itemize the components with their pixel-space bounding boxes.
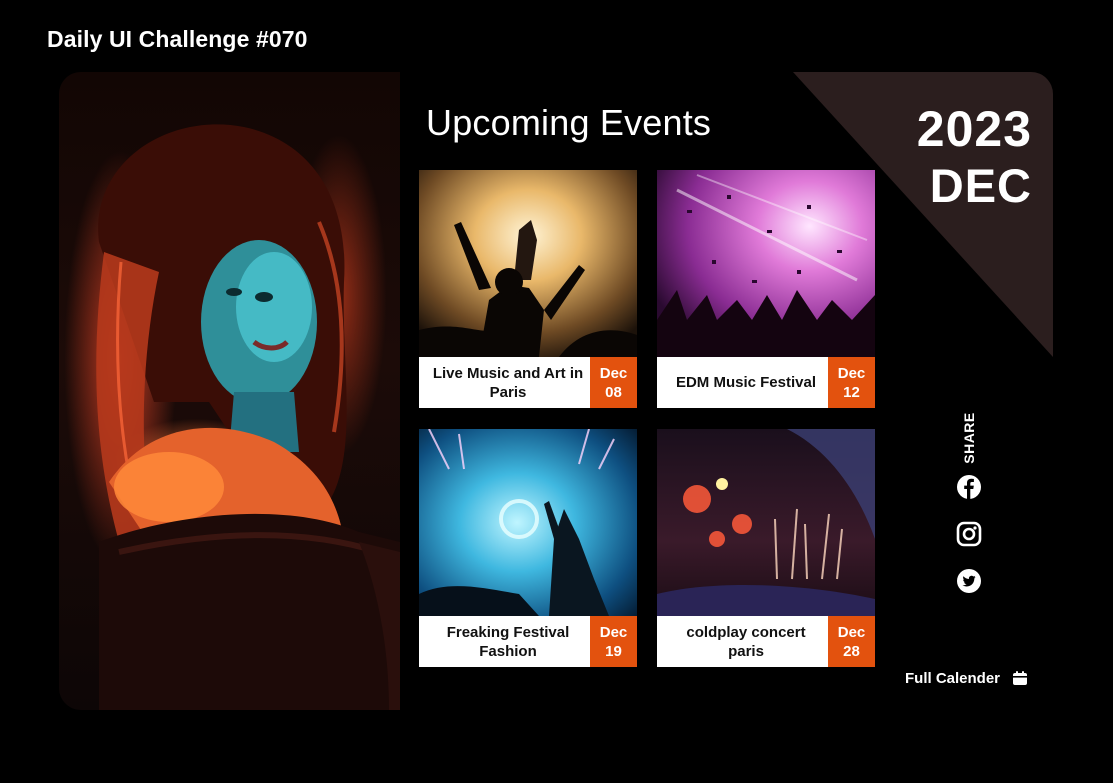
event-title: coldplay concert paris xyxy=(686,623,806,660)
upcoming-events-heading: Upcoming Events xyxy=(426,102,712,143)
event-date-badge: Dec 12 xyxy=(828,357,875,408)
event-day: 08 xyxy=(605,383,622,401)
event-day: 28 xyxy=(843,642,860,660)
calendar-year: 2023 xyxy=(916,101,1032,157)
event-month: Dec xyxy=(837,364,866,382)
event-month: Dec xyxy=(837,623,866,641)
event-title: Freaking Festival Fashion xyxy=(446,623,570,660)
event-date-badge: Dec 28 xyxy=(828,616,875,667)
instagram-icon[interactable] xyxy=(956,521,982,547)
festival-stage-photo xyxy=(419,429,637,616)
event-title: EDM Music Festival xyxy=(675,374,817,391)
event-card[interactable]: Live Music and Art in Paris Dec 08 xyxy=(419,170,637,408)
event-day: 12 xyxy=(843,383,860,401)
page-title: Daily UI Challenge #070 xyxy=(47,26,308,52)
portrait-illustration xyxy=(96,124,400,710)
calendar-icon xyxy=(1013,671,1028,685)
event-card[interactable]: EDM Music Festival Dec 12 xyxy=(657,170,875,408)
hero-portrait-image xyxy=(59,72,400,710)
events-card: Upcoming Events 2023 DEC Live Music and … xyxy=(59,72,1053,710)
stadium-fireworks-photo xyxy=(657,429,875,616)
event-day: 19 xyxy=(605,642,622,660)
event-month: Dec xyxy=(599,623,628,641)
event-card[interactable]: coldplay concert paris Dec 28 xyxy=(657,429,875,667)
full-calendar-link[interactable]: Full Calender xyxy=(905,668,1028,688)
event-date-badge: Dec 08 xyxy=(590,357,637,408)
confetti-party-photo xyxy=(657,170,875,357)
calendar-month: DEC xyxy=(929,159,1032,212)
facebook-icon[interactable] xyxy=(956,474,982,500)
event-card[interactable]: Freaking Festival Fashion Dec 19 xyxy=(419,429,637,667)
event-date-badge: Dec 19 xyxy=(590,616,637,667)
event-month: Dec xyxy=(599,364,628,382)
event-title: Live Music and Art in Paris xyxy=(432,364,584,401)
concert-crowd-photo xyxy=(419,170,637,357)
share-label: SHARE xyxy=(961,412,978,464)
twitter-icon[interactable] xyxy=(956,568,982,594)
full-calendar-label: Full Calender xyxy=(905,669,1001,687)
